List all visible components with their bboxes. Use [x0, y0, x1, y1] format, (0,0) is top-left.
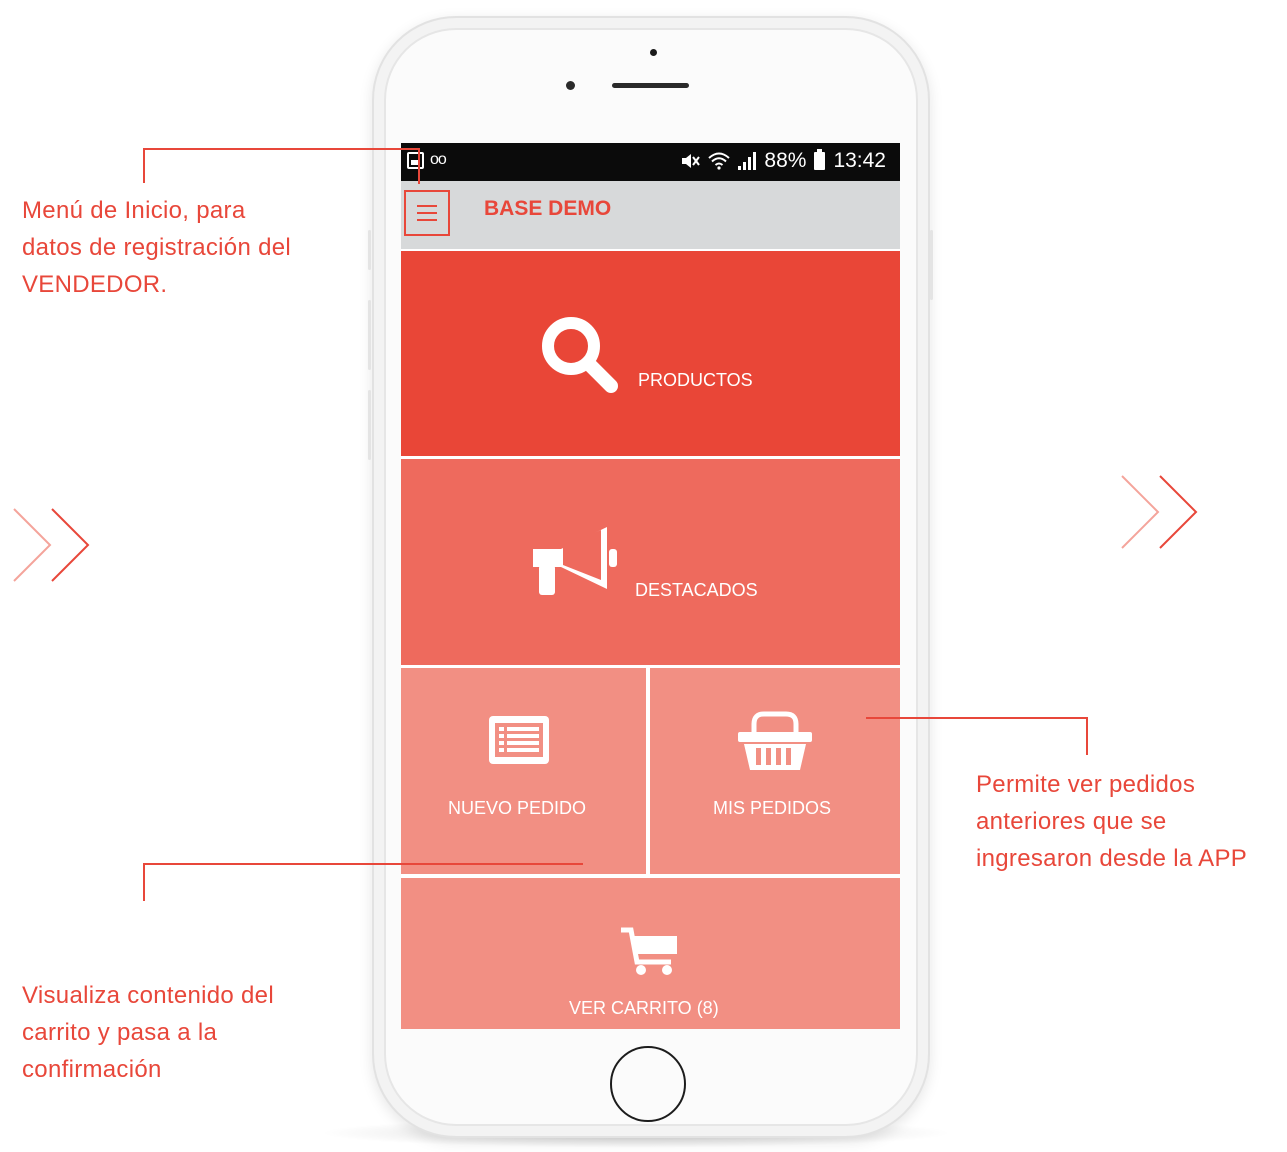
tile-nuevo-pedido-label: NUEVO PEDIDO — [448, 798, 587, 818]
callout-line-menu — [143, 148, 420, 150]
hamburger-icon — [417, 205, 437, 207]
status-bar: oo 88% 13:42 — [401, 143, 900, 181]
list-icon — [489, 716, 549, 764]
annotation-menu: Menú de Inicio, para datos de registraci… — [22, 192, 291, 303]
hamburger-icon-line — [417, 219, 437, 221]
callout-line-pedidos — [1086, 717, 1088, 755]
voicemail-icon: oo — [430, 151, 447, 168]
annotation-pedidos: Permite ver pedidos anteriores que se in… — [976, 766, 1247, 877]
annotation-carrito-line: confirmación — [22, 1056, 162, 1083]
wifi-icon — [708, 152, 731, 170]
annotation-carrito: Visualiza contenido del carrito y pasa a… — [22, 977, 274, 1088]
chevron-right-icon-right — [1121, 475, 1198, 549]
mute-icon — [682, 154, 701, 168]
chevron-right-icon-left — [13, 508, 90, 582]
phone-side-button — [368, 390, 371, 460]
cart-icon — [621, 927, 677, 975]
phone-side-button — [930, 230, 933, 300]
tile-ver-carrito-label: VER CARRITO (8) — [569, 998, 719, 1018]
annotation-pedidos-line: anteriores que se — [976, 808, 1167, 835]
megaphone-icon — [533, 527, 617, 595]
hamburger-icon-line — [417, 212, 437, 214]
annotation-pedidos-line: ingresaron desde la APP — [976, 845, 1248, 872]
proximity-sensor — [566, 81, 575, 90]
callout-line-pedidos — [866, 717, 1088, 719]
search-icon — [542, 317, 618, 393]
earpiece-speaker — [612, 83, 689, 88]
battery-icon — [814, 149, 826, 170]
app-bar: BASE DEMO — [401, 181, 900, 249]
tile-mis-pedidos[interactable]: MIS PEDIDOS — [650, 668, 900, 874]
phone-side-button — [368, 300, 371, 370]
annotation-carrito-line: Visualiza contenido del — [22, 982, 274, 1009]
annotation-menu-line: Menú de Inicio, para — [22, 197, 246, 224]
annotation-menu-line: datos de registración del — [22, 234, 291, 261]
tile-mis-pedidos-label: MIS PEDIDOS — [713, 798, 832, 818]
annotation-menu-line: VENDEDOR. — [22, 271, 168, 298]
tile-destacados-label: DESTACADOS — [635, 580, 758, 600]
phone-screen: oo 88% 13:42 BASE DEMO PRODUCTOS DESTACA… — [401, 143, 900, 1029]
app-title: BASE DEMO — [484, 197, 612, 220]
battery-percent: 88% — [764, 149, 807, 172]
tile-productos-label: PRODUCTOS — [638, 370, 753, 390]
callout-line-carrito — [143, 863, 145, 901]
callout-line-menu — [143, 148, 145, 183]
front-camera — [650, 49, 657, 56]
tile-ver-carrito[interactable]: VER CARRITO (8) — [401, 878, 900, 1029]
basket-icon — [738, 711, 812, 770]
tile-destacados[interactable]: DESTACADOS — [401, 459, 900, 665]
annotation-pedidos-line: Permite ver pedidos — [976, 771, 1196, 798]
annotation-carrito-line: carrito y pasa a la — [22, 1019, 218, 1046]
home-button[interactable] — [610, 1046, 686, 1122]
image-icon — [407, 151, 424, 169]
status-time: 13:42 — [833, 149, 886, 172]
tile-productos[interactable]: PRODUCTOS — [401, 251, 900, 456]
callout-line-carrito — [143, 863, 583, 865]
tile-nuevo-pedido[interactable]: NUEVO PEDIDO — [401, 668, 646, 874]
callout-line-menu — [418, 148, 420, 184]
hamburger-menu-button[interactable] — [404, 190, 450, 236]
phone-side-button — [368, 230, 371, 270]
signal-icon — [738, 152, 757, 170]
